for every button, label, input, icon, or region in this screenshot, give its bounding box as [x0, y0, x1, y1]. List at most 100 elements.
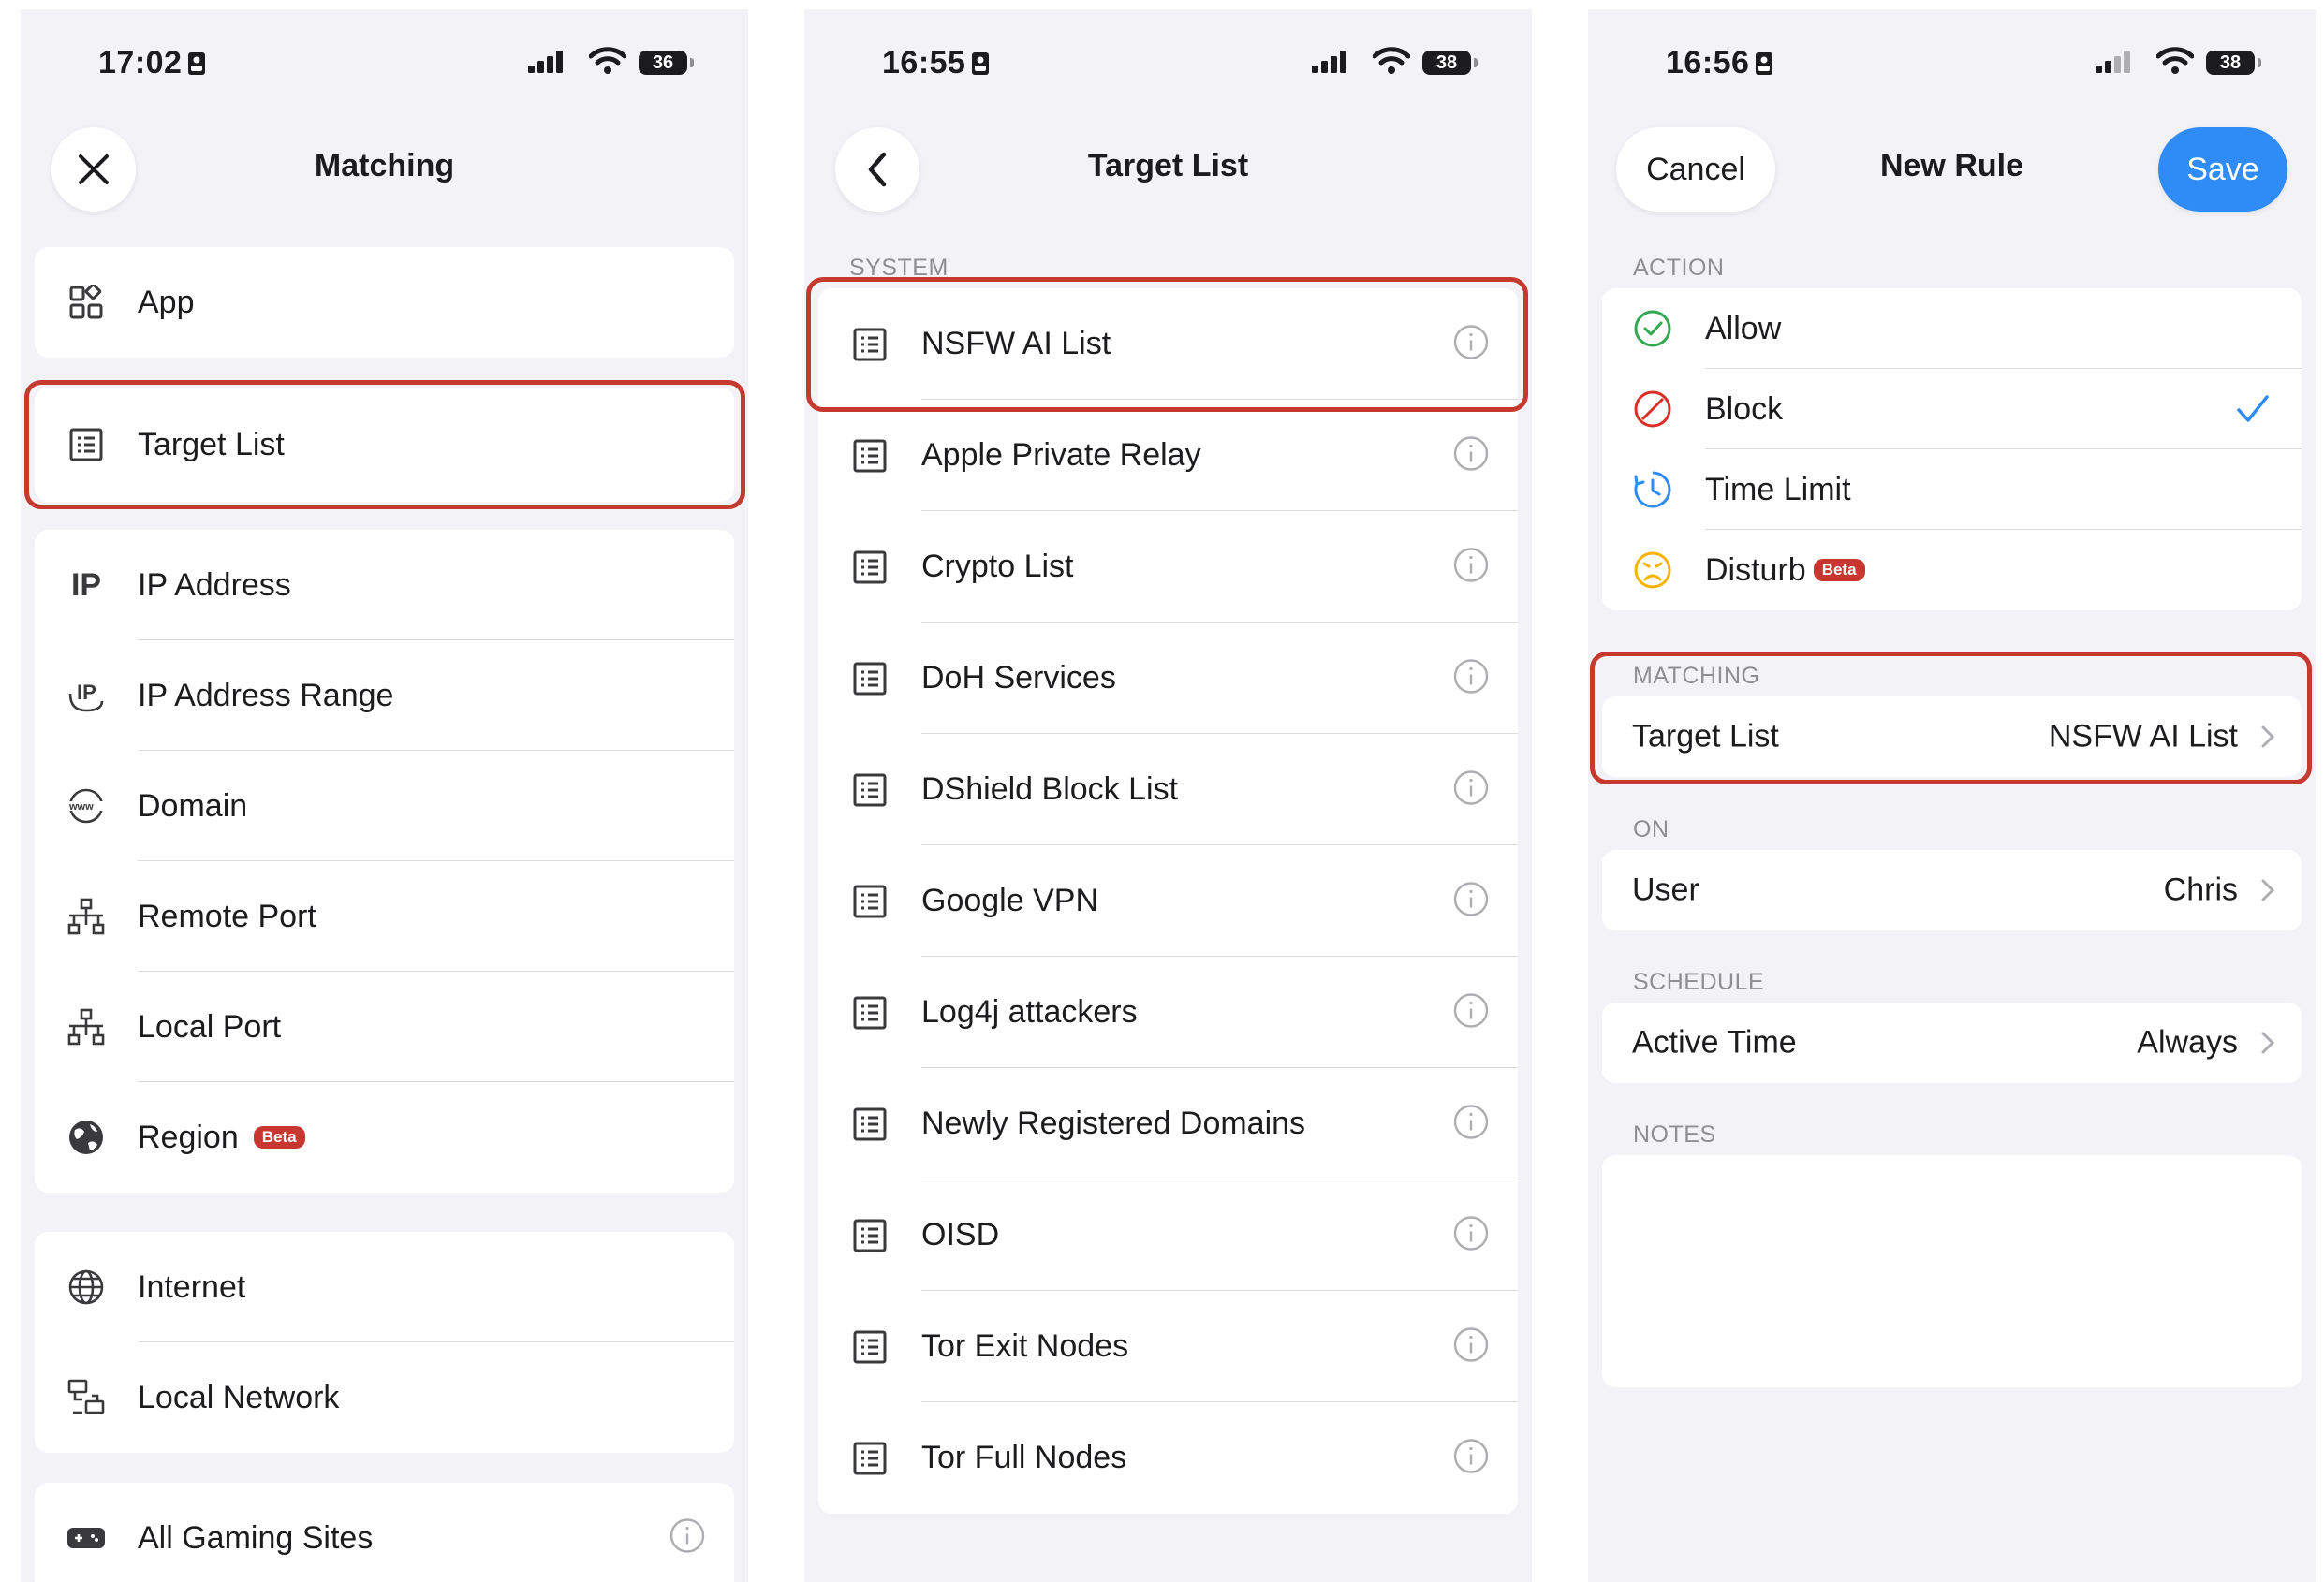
- list-item-ip-address[interactable]: IP IP Address: [35, 530, 734, 640]
- target-list-item[interactable]: Google VPN: [818, 845, 1518, 957]
- id-card-icon: [972, 51, 990, 75]
- list-item-label: Domain: [138, 787, 248, 824]
- list-item-all-gaming-sites[interactable]: All Gaming Sites: [35, 1483, 734, 1582]
- list-icon: [850, 993, 890, 1033]
- on-group: User Chris: [1602, 850, 2302, 930]
- target-list-items: NSFW AI List Apple Private Relay Crypto Li…: [818, 288, 1518, 1514]
- list-icon: [850, 659, 890, 698]
- list-item-label: Newly Registered Domains: [921, 1106, 1306, 1141]
- globe-filled-icon: [66, 1118, 106, 1157]
- list-icon: [850, 1327, 890, 1367]
- target-list-item[interactable]: DoH Services: [818, 623, 1518, 734]
- target-list-item[interactable]: Log4j attackers: [818, 957, 1518, 1068]
- info-icon[interactable]: [1452, 991, 1490, 1033]
- list-item-label: Tor Full Nodes: [921, 1440, 1127, 1475]
- info-icon[interactable]: [1452, 1103, 1490, 1145]
- list-item-remote-port[interactable]: Remote Port: [35, 861, 734, 972]
- list-item-label: Local Port: [138, 1008, 282, 1045]
- list-item-target-list[interactable]: Target List: [35, 388, 734, 502]
- battery-indicator: 36: [639, 51, 694, 75]
- network-icon: [66, 897, 106, 936]
- wifi-icon: [589, 47, 626, 74]
- notes-field[interactable]: [1602, 1155, 2302, 1387]
- info-icon[interactable]: [669, 1517, 706, 1560]
- list-item-local-port[interactable]: Local Port: [35, 972, 734, 1082]
- list-item-label: Google VPN: [921, 883, 1098, 918]
- status-bar: 17:02 36: [21, 9, 748, 122]
- target-list-item[interactable]: Tor Exit Nodes: [818, 1291, 1518, 1402]
- list-item-label: Internet: [138, 1268, 246, 1305]
- info-icon[interactable]: [1452, 323, 1490, 365]
- matching-target-list-row[interactable]: Target List NSFW AI List: [1602, 696, 2302, 777]
- cellular-signal-icon: [2096, 51, 2130, 73]
- target-list-screen: 16:55 38 Target List SYSTEM NSFW AI List…: [804, 9, 1532, 1582]
- target-list-item[interactable]: Crypto List: [818, 511, 1518, 623]
- list-item-label: Tor Exit Nodes: [921, 1328, 1129, 1364]
- action-block[interactable]: Block: [1602, 369, 2302, 449]
- target-list-item[interactable]: Newly Registered Domains: [818, 1068, 1518, 1179]
- list-item-local-network[interactable]: Local Network: [35, 1342, 734, 1453]
- list-item-label: IP Address Range: [138, 677, 394, 713]
- section-header-schedule: SCHEDULE: [1633, 969, 1765, 995]
- status-time: 16:55: [882, 45, 966, 81]
- gamepad-icon: [66, 1518, 106, 1558]
- ip-icon: IP: [70, 566, 102, 603]
- battery-indicator: 38: [2206, 51, 2261, 75]
- list-icon: [850, 1439, 890, 1478]
- list-icon: [850, 770, 890, 810]
- info-icon[interactable]: [1452, 1437, 1490, 1479]
- frown-icon: [1634, 551, 1671, 589]
- action-disturb[interactable]: Disturb Beta: [1602, 530, 2302, 610]
- wifi-icon: [2156, 47, 2194, 74]
- info-icon[interactable]: [1452, 880, 1490, 922]
- info-icon[interactable]: [1452, 1326, 1490, 1368]
- list-item-label: All Gaming Sites: [138, 1519, 374, 1556]
- target-list-item[interactable]: OISD: [818, 1179, 1518, 1291]
- list-icon: [850, 325, 890, 364]
- list-item-ip-range[interactable]: IP IP Address Range: [35, 640, 734, 751]
- checkmark-icon: [2237, 395, 2269, 422]
- active-time-row[interactable]: Active Time Always: [1602, 1003, 2302, 1083]
- id-card-icon: [1756, 51, 1773, 75]
- list-item-label: OISD: [921, 1217, 1000, 1252]
- block-icon: [1634, 390, 1671, 428]
- address-group: IP IP Address IP IP Address Range www Do…: [35, 530, 734, 1193]
- list-item-label: App: [138, 284, 195, 320]
- action-time-limit[interactable]: Time Limit: [1602, 449, 2302, 530]
- target-list-group: Target List: [35, 388, 734, 502]
- chevron-right-icon: [2261, 1032, 2275, 1054]
- info-icon[interactable]: [1452, 1214, 1490, 1256]
- row-key: Active Time: [1632, 1024, 1797, 1061]
- network-icon: [66, 1007, 106, 1047]
- list-item-domain[interactable]: www Domain: [35, 751, 734, 861]
- list-icon: [66, 425, 106, 464]
- page-title: Matching: [314, 148, 455, 183]
- action-label: Block: [1705, 390, 1784, 427]
- page-title: Target List: [1087, 148, 1249, 183]
- www-icon: www: [66, 786, 106, 826]
- user-row[interactable]: User Chris: [1602, 850, 2302, 930]
- info-icon[interactable]: [1452, 434, 1490, 476]
- target-list-item[interactable]: DShield Block List: [818, 734, 1518, 845]
- action-group: Allow Block Time Limit Disturb Beta: [1602, 288, 2302, 610]
- row-value: NSFW AI List: [2048, 718, 2238, 754]
- app-group: App: [35, 247, 734, 358]
- list-item-internet[interactable]: Internet: [35, 1232, 734, 1342]
- list-item-app[interactable]: App: [35, 247, 734, 358]
- save-button[interactable]: Save: [2158, 127, 2287, 212]
- target-list-item[interactable]: Tor Full Nodes: [818, 1402, 1518, 1514]
- action-allow[interactable]: Allow: [1602, 288, 2302, 369]
- app-grid-icon: [66, 283, 106, 322]
- list-item-label: Apple Private Relay: [921, 437, 1201, 473]
- target-list-item[interactable]: NSFW AI List: [818, 288, 1518, 400]
- target-list-item[interactable]: Apple Private Relay: [818, 400, 1518, 511]
- section-header-notes: NOTES: [1633, 1121, 1716, 1148]
- row-value: Chris: [2163, 872, 2238, 908]
- list-item-region[interactable]: Region Beta: [35, 1082, 734, 1193]
- info-icon[interactable]: [1452, 769, 1490, 811]
- local-network-icon: [66, 1378, 106, 1417]
- new-rule-screen: 16:56 38 Cancel New Rule Save ACTION All…: [1588, 9, 2316, 1582]
- info-icon[interactable]: [1452, 657, 1490, 699]
- info-icon[interactable]: [1452, 546, 1490, 588]
- section-header-on: ON: [1633, 816, 1669, 842]
